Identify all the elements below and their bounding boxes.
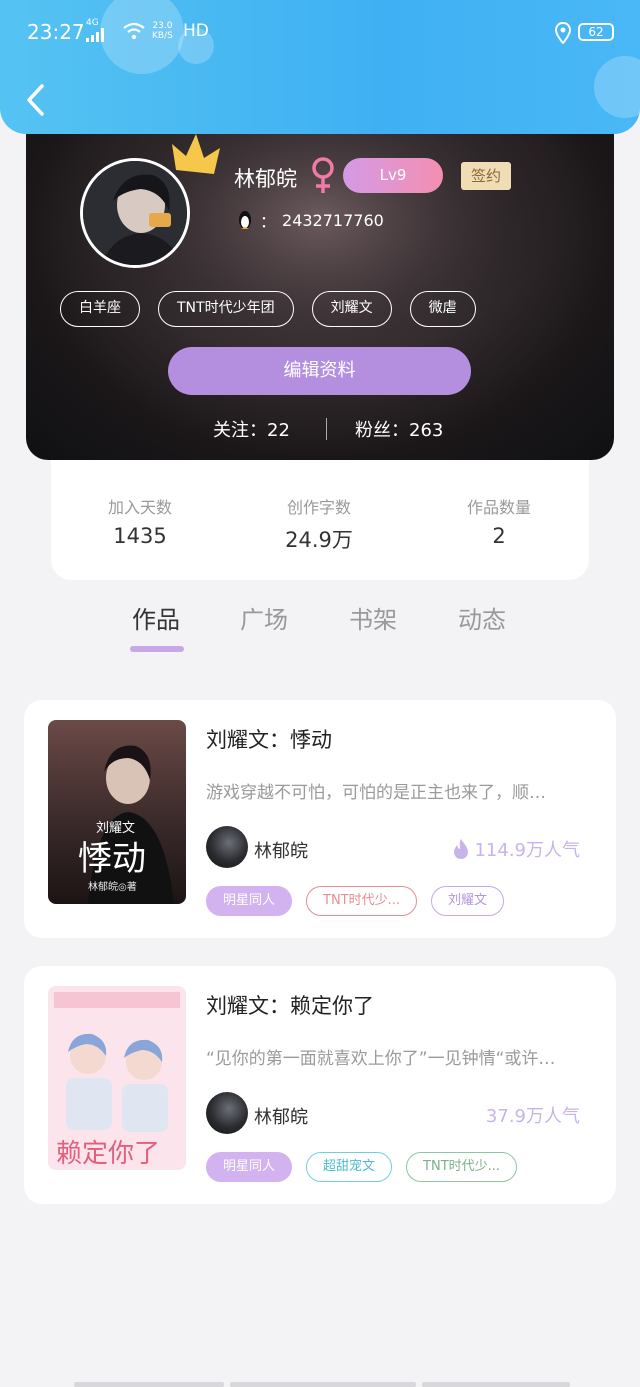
cover-text-main: 赖定你了 xyxy=(56,1139,160,1169)
status-time: 23:27 xyxy=(27,20,85,44)
work-title[interactable]: 刘耀文：悸动 xyxy=(206,724,332,754)
following-count[interactable]: 关注：22 xyxy=(213,416,290,442)
work-card[interactable]: 刘耀文 悸动 林郁皖◎著 刘耀文：悸动 游戏穿越不可怕，可怕的是正主也来了，顺…… xyxy=(24,700,616,938)
active-tab-indicator xyxy=(130,646,184,652)
status-bar: 23:27 4G 23.0 KB/S HD 62 xyxy=(0,18,640,48)
work-card[interactable]: 赖定你了 刘耀文：赖定你了 “见你的第一面就喜欢上你了”一见钟情“或许… 林郁皖… xyxy=(24,966,616,1204)
stat-value: 24.9万 xyxy=(285,528,353,552)
qq-row: ： 2432717760 xyxy=(236,208,384,232)
stat-label: 作品数量 xyxy=(466,498,531,517)
profile-tag[interactable]: 白羊座 xyxy=(60,291,140,327)
cover-text-sub: 林郁皖◎著 xyxy=(88,880,137,893)
work-description: “见你的第一面就喜欢上你了”一见钟情“或许… xyxy=(206,1049,556,1069)
work-tag[interactable]: TNT时代少... xyxy=(306,886,418,916)
divider-segment xyxy=(422,1382,570,1387)
work-tag[interactable]: 明星同人 xyxy=(206,886,293,916)
cover-text-main: 悸动 xyxy=(78,839,146,879)
popularity-count: 114.9万人气 xyxy=(474,840,580,861)
divider-segment xyxy=(74,1382,224,1387)
divider-segment xyxy=(230,1382,416,1387)
book-cover[interactable]: 刘耀文 悸动 林郁皖◎著 xyxy=(48,720,186,904)
female-icon xyxy=(312,157,334,193)
book-cover[interactable]: 赖定你了 xyxy=(48,986,186,1170)
decorative-bubble xyxy=(594,56,640,118)
popularity: 114.9万人气 xyxy=(452,836,580,862)
tab-square[interactable]: 广场 xyxy=(240,600,288,635)
bottom-divider xyxy=(74,1382,570,1387)
wifi-icon xyxy=(123,22,145,40)
stat-joined-days: 加入天数 1435 xyxy=(60,494,220,548)
work-title[interactable]: 刘耀文：赖定你了 xyxy=(206,990,374,1020)
network-speed: 23.0 KB/S xyxy=(152,21,173,41)
speed-value: 23.0 xyxy=(152,21,173,31)
popularity-count: 37.9万人气 xyxy=(485,1106,580,1127)
work-tag[interactable]: 明星同人 xyxy=(206,1152,293,1182)
author-avatar[interactable] xyxy=(206,826,248,868)
qq-number: 2432717760 xyxy=(282,210,384,230)
author-avatar[interactable] xyxy=(206,1092,248,1134)
tab-bookshelf[interactable]: 书架 xyxy=(349,600,397,635)
chevron-left-icon xyxy=(27,84,44,116)
location-icon xyxy=(555,22,571,44)
work-tag[interactable]: 刘耀文 xyxy=(431,886,505,916)
work-tags: 明星同人 TNT时代少... 刘耀文 xyxy=(206,886,505,916)
stats-card: 加入天数 1435 创作字数 24.9万 作品数量 2 xyxy=(51,450,589,580)
tab-works[interactable]: 作品 xyxy=(132,600,180,635)
network-type: 4G xyxy=(86,18,99,28)
stat-works-count: 作品数量 2 xyxy=(419,494,579,548)
signal-icon: 4G xyxy=(86,18,108,45)
tab-bar: 作品 广场 书架 动态 xyxy=(0,600,640,650)
back-button[interactable] xyxy=(22,82,52,118)
author-name[interactable]: 林郁皖 xyxy=(254,1103,308,1129)
stat-value: 2 xyxy=(492,524,506,548)
work-tags: 明星同人 超甜宠文 TNT时代少... xyxy=(206,1152,518,1182)
profile-tag[interactable]: 刘耀文 xyxy=(311,291,392,327)
edit-profile-button[interactable]: 编辑资料 xyxy=(168,347,471,395)
stat-word-count: 创作字数 24.9万 xyxy=(239,494,399,554)
crown-icon xyxy=(172,134,220,174)
signed-badge: 签约 xyxy=(461,162,511,190)
qq-separator: ： xyxy=(260,212,277,231)
speed-unit: KB/S xyxy=(152,31,173,41)
work-description: 游戏穿越不可怕，可怕的是正主也来了，顺… xyxy=(206,783,546,803)
penguin-icon xyxy=(239,211,251,229)
tab-activity[interactable]: 动态 xyxy=(458,600,506,635)
avatar-image xyxy=(83,161,187,265)
profile-tag[interactable]: 微虐 xyxy=(409,291,476,327)
divider xyxy=(326,418,327,440)
cover-image: 赖定你了 xyxy=(48,986,186,1170)
flame-icon xyxy=(454,839,469,859)
cover-text-top: 刘耀文 xyxy=(96,821,135,836)
followers-count[interactable]: 粉丝：263 xyxy=(355,416,443,442)
work-tag[interactable]: TNT时代少... xyxy=(406,1152,518,1182)
work-tag[interactable]: 超甜宠文 xyxy=(306,1152,393,1182)
stat-label: 加入天数 xyxy=(107,498,172,517)
cover-image: 刘耀文 悸动 林郁皖◎著 xyxy=(48,720,186,904)
level-badge: Lv9 xyxy=(343,158,443,193)
hd-indicator: HD xyxy=(183,21,209,41)
stat-label: 创作字数 xyxy=(286,498,351,517)
signal-bars-icon xyxy=(86,28,104,42)
author-name[interactable]: 林郁皖 xyxy=(254,837,308,863)
profile-tag[interactable]: TNT时代少年团 xyxy=(158,291,294,327)
stat-value: 1435 xyxy=(113,524,167,548)
profile-tags: 白羊座 TNT时代少年团 刘耀文 微虐 xyxy=(60,291,476,327)
battery-indicator: 62 xyxy=(578,23,614,41)
avatar[interactable] xyxy=(80,158,190,268)
popularity: 37.9万人气 xyxy=(486,1102,580,1128)
username: 林郁皖 xyxy=(234,167,297,191)
